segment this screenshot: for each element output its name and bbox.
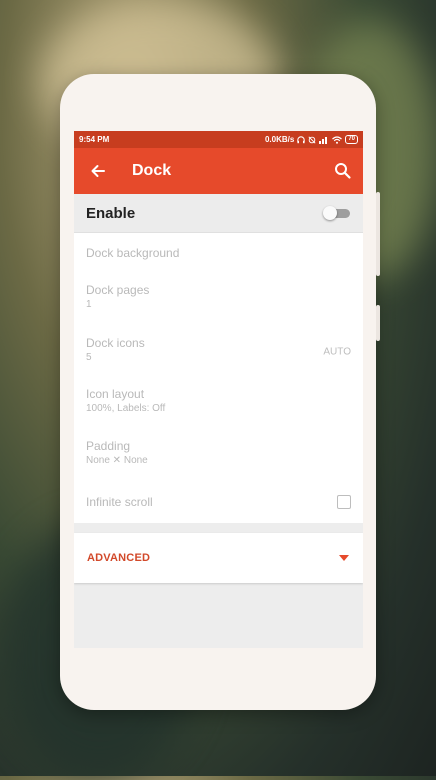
network-speed: 0.0KB/s xyxy=(264,135,295,144)
setting-title: Padding xyxy=(86,439,131,453)
setting-infinite-scroll[interactable]: Infinite scroll xyxy=(74,481,363,523)
app-bar: Dock xyxy=(74,148,363,194)
setting-dock-background[interactable]: Dock background xyxy=(74,233,363,273)
setting-title: Infinite scroll xyxy=(86,495,153,509)
setting-title: Icon layout xyxy=(86,387,145,401)
setting-title: Dock background xyxy=(86,246,180,260)
setting-title: Dock icons xyxy=(86,336,145,350)
settings-list: Dock background Dock pages 1 Dock icons … xyxy=(74,233,363,523)
wifi-icon xyxy=(332,135,343,144)
setting-subtitle: 100%, Labels: Off xyxy=(86,403,166,414)
chevron-down-icon[interactable] xyxy=(339,555,349,561)
dock-icons-value: AUTO xyxy=(323,346,351,357)
alarm-off-icon xyxy=(308,135,316,144)
setting-subtitle: 5 xyxy=(86,352,92,363)
setting-dock-icons[interactable]: Dock icons 5 AUTO xyxy=(74,326,363,377)
battery-icon: 70 xyxy=(345,135,358,144)
volume-button xyxy=(376,192,380,276)
setting-title: Dock pages xyxy=(86,283,150,297)
screen: 9:54 PM 0.0KB/s 70 Dock Enable Dock back… xyxy=(74,131,363,648)
page-title: Dock xyxy=(132,162,172,179)
status-time: 9:54 PM xyxy=(79,135,110,144)
setting-padding[interactable]: Padding None ✕ None xyxy=(74,429,363,481)
headphones-icon xyxy=(297,135,306,143)
status-bar: 9:54 PM 0.0KB/s 70 xyxy=(74,131,363,148)
setting-subtitle: None ✕ None xyxy=(86,455,148,466)
setting-subtitle: 1 xyxy=(86,299,92,310)
enable-toggle[interactable] xyxy=(323,206,351,220)
enable-row[interactable]: Enable xyxy=(74,194,363,233)
arrow-back-icon[interactable] xyxy=(88,161,108,181)
status-icons: 0.0KB/s 70 xyxy=(265,135,358,144)
setting-icon-layout[interactable]: Icon layout 100%, Labels: Off xyxy=(74,377,363,429)
infinite-scroll-checkbox[interactable] xyxy=(337,495,351,509)
signal-icon xyxy=(319,136,328,144)
enable-label: Enable xyxy=(86,204,136,222)
advanced-label: ADVANCED xyxy=(87,552,151,564)
toggle-thumb xyxy=(323,206,337,220)
search-icon[interactable] xyxy=(333,161,353,181)
power-button xyxy=(376,305,380,341)
advanced-section[interactable]: ADVANCED xyxy=(74,533,363,583)
setting-dock-pages[interactable]: Dock pages 1 xyxy=(74,273,363,326)
